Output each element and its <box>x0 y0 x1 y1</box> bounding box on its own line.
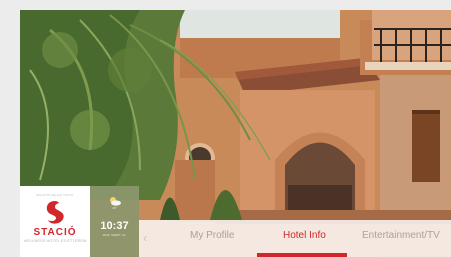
brand-top-caption: BALATON SELECT HOTEL <box>36 193 74 197</box>
brand-tile: BALATON SELECT HOTEL STACIÓ WELLNESS HOT… <box>20 186 90 257</box>
active-tab-indicator <box>257 253 347 257</box>
clock-time: 10:37 <box>100 220 129 232</box>
main-menu-bar: ‹ My Profile Hotel Info Entertainment/TV <box>139 220 451 257</box>
brand-name: STACIÓ <box>33 227 77 238</box>
menu-left-arrow-icon[interactable]: ‹ <box>143 231 147 245</box>
clock-weather-tile: 23° 10:37 2019. SZEPT. 12. <box>90 186 139 257</box>
brand-tagline: WELLNESS HOTEL ÉS ÉTTEREM <box>23 238 87 243</box>
brand-logo-icon <box>46 201 64 224</box>
menu-item-hotel-info[interactable]: Hotel Info <box>283 230 326 242</box>
clock-date: 2019. SZEPT. 12. <box>102 233 127 237</box>
sun-cloud-icon <box>109 197 121 206</box>
hotel-portal-screen: BALATON SELECT HOTEL STACIÓ WELLNESS HOT… <box>20 10 451 257</box>
menu-item-my-profile[interactable]: My Profile <box>190 230 234 242</box>
menu-item-entertainment-tv[interactable]: Entertainment/TV <box>362 230 440 242</box>
weather-label: 23° <box>112 206 117 210</box>
